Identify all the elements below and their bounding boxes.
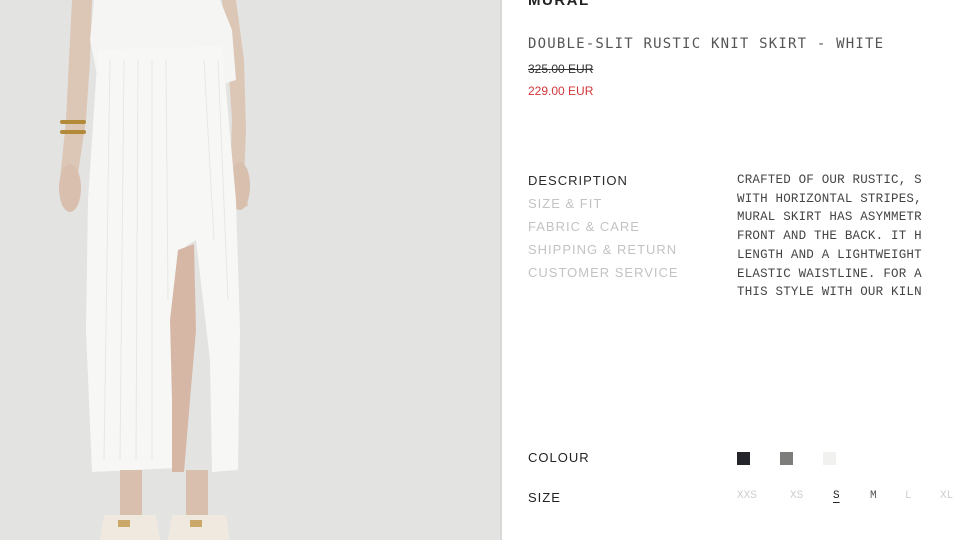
info-tabs: DESCRIPTION SIZE & FIT FABRIC & CARE SHI… <box>528 172 679 287</box>
tab-fabric-care[interactable]: FABRIC & CARE <box>528 218 679 241</box>
tab-description[interactable]: DESCRIPTION <box>528 172 679 195</box>
original-price: 325.00 EUR <box>528 62 594 76</box>
description-line: LENGTH AND A LIGHTWEIGHT <box>737 247 922 262</box>
colour-swatch-black[interactable] <box>737 452 750 465</box>
size-option-xl[interactable]: XL <box>940 490 953 502</box>
colour-swatch-white[interactable] <box>823 452 836 465</box>
size-option-xxs[interactable]: XXS <box>737 490 757 502</box>
colour-swatch-grey[interactable] <box>780 452 793 465</box>
sale-price: 229.00 EUR <box>528 84 594 98</box>
product-photo-illustration <box>0 0 502 540</box>
description-line: MURAL SKIRT HAS ASYMMETR <box>737 210 922 225</box>
size-option-l[interactable]: L <box>905 490 912 502</box>
brand-name[interactable]: MURAL <box>528 0 590 9</box>
description-line: CRAFTED OF OUR RUSTIC, S <box>737 173 922 187</box>
size-option-s[interactable]: S <box>833 490 840 502</box>
description-line: THIS STYLE WITH OUR KILN <box>737 285 922 300</box>
description-line: WITH HORIZONTAL STRIPES, <box>737 191 922 206</box>
tab-size-fit[interactable]: SIZE & FIT <box>528 195 679 218</box>
product-title: DOUBLE-SLIT RUSTIC KNIT SKIRT - WHITE <box>528 36 885 52</box>
size-option-m[interactable]: M <box>870 490 877 502</box>
size-label: SIZE <box>528 490 561 505</box>
tab-customer-service[interactable]: CUSTOMER SERVICE <box>528 264 679 287</box>
description-line: ELASTIC WAISTLINE. FOR A <box>737 266 922 281</box>
size-option-xs[interactable]: XS <box>790 490 803 502</box>
colour-label: COLOUR <box>528 450 590 465</box>
product-image[interactable] <box>0 0 502 540</box>
product-description: CRAFTED OF OUR RUSTIC, S WITH HORIZONTAL… <box>737 171 960 302</box>
description-line: FRONT AND THE BACK. IT H <box>737 229 922 244</box>
tab-shipping-return[interactable]: SHIPPING & RETURN <box>528 241 679 264</box>
product-info-panel: MURAL DOUBLE-SLIT RUSTIC KNIT SKIRT - WH… <box>502 0 960 540</box>
